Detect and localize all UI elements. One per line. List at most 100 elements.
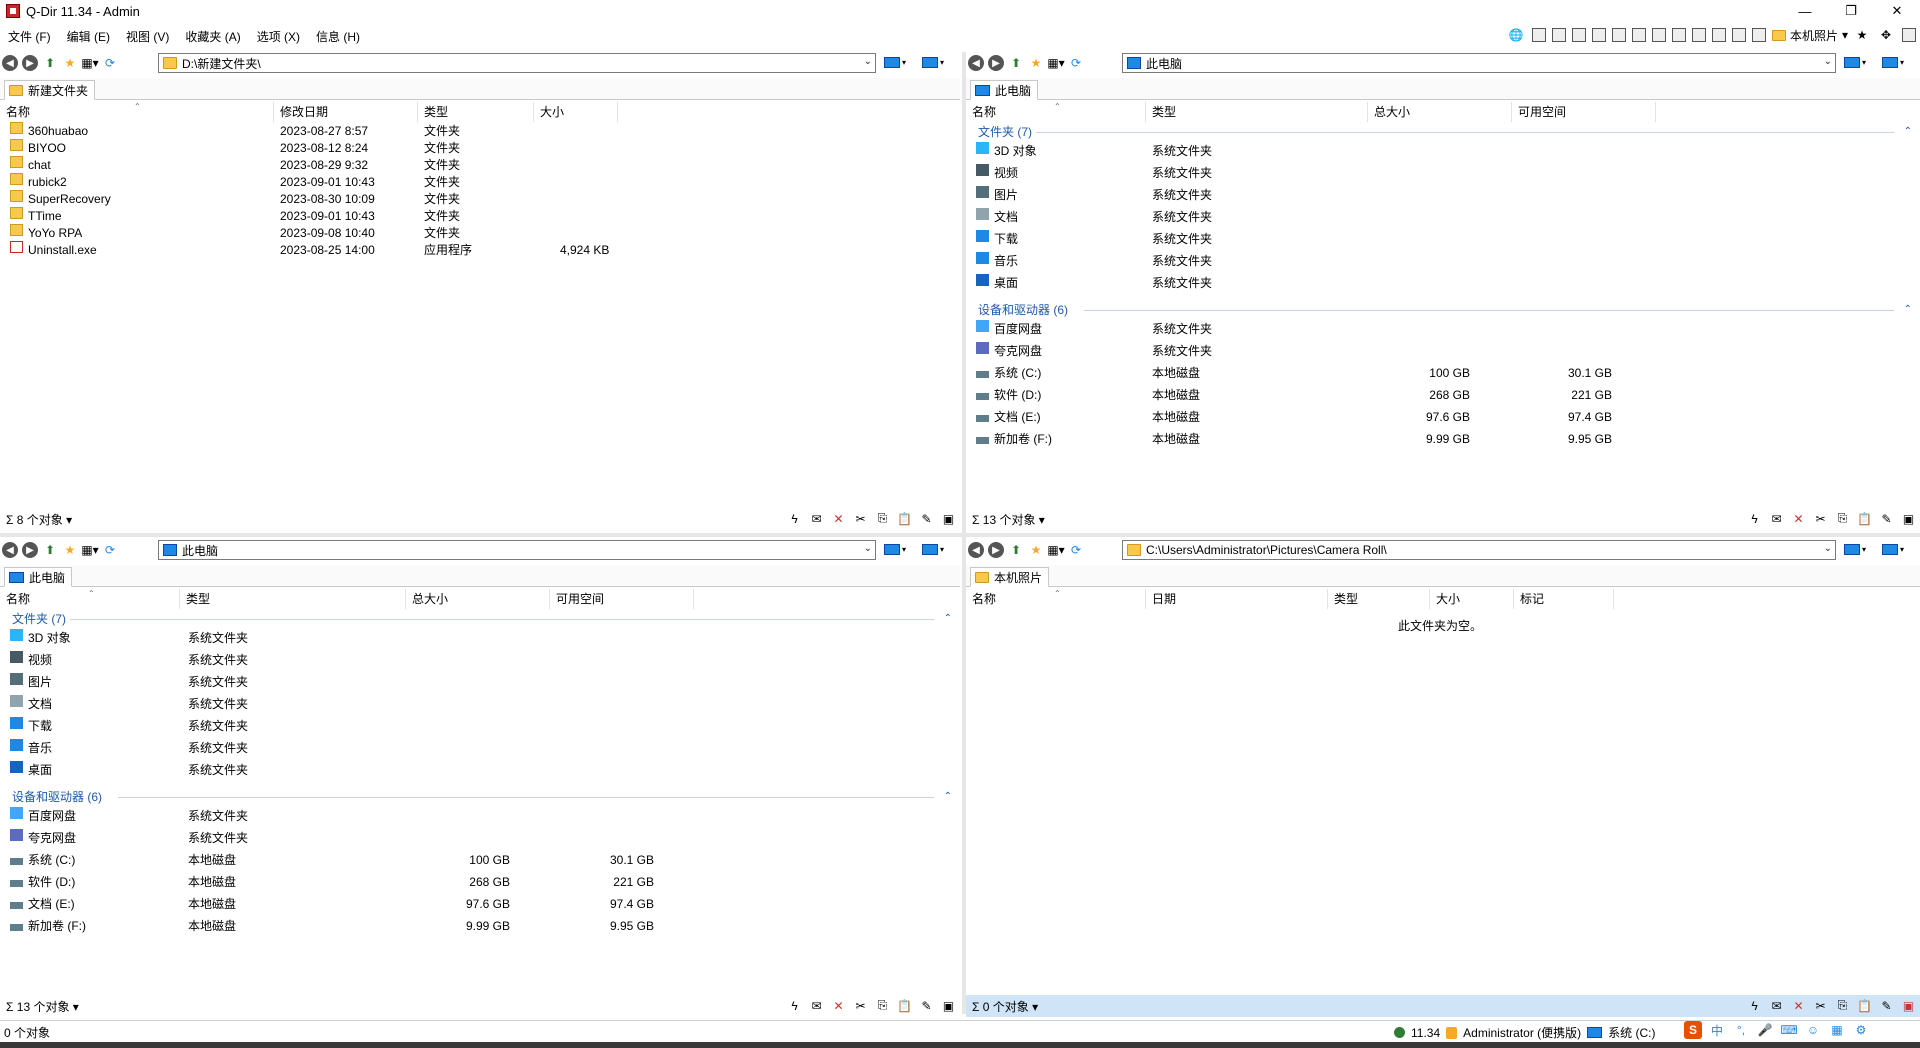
list-item[interactable]: 图片 系统文件夹 — [966, 186, 1920, 204]
list-item[interactable]: 360huabao 2023-08-27 8:57 文件夹 — [0, 122, 960, 140]
list-item[interactable]: 桌面 系统文件夹 — [966, 274, 1920, 292]
refresh-icon[interactable]: ⟳ — [102, 542, 118, 558]
keyboard-icon[interactable]: ⌨ — [1780, 1021, 1798, 1039]
monitor-icon[interactable]: ▾ — [922, 54, 952, 70]
favorites-icon[interactable]: ★ — [1028, 542, 1044, 558]
lightning-icon[interactable]: ϟ — [1747, 511, 1762, 526]
group-devices[interactable]: 设备和驱动器 (6) ⌃ — [966, 300, 1920, 320]
layout-7-icon[interactable] — [1651, 28, 1666, 42]
menu-edit[interactable]: 编辑 (E) — [59, 28, 118, 45]
chevron-up-icon[interactable]: ⌃ — [944, 609, 952, 629]
menu-view[interactable]: 视图 (V) — [118, 28, 177, 45]
column-type[interactable]: 类型 — [1328, 589, 1430, 609]
list-item[interactable]: 视频 系统文件夹 — [0, 651, 960, 669]
list-item[interactable]: 软件 (D:) 本地磁盘 268 GB 221 GB — [966, 386, 1920, 404]
chevron-down-icon[interactable]: ⌄ — [864, 543, 872, 554]
refresh-icon[interactable]: ⟳ — [1068, 55, 1084, 71]
properties-icon[interactable]: ▣ — [941, 998, 956, 1013]
list-item[interactable]: SuperRecovery 2023-08-30 10:09 文件夹 — [0, 190, 960, 208]
address-bar[interactable]: 此电脑 ⌄ — [158, 540, 876, 560]
minimize-panel-icon[interactable] — [1902, 28, 1916, 42]
chevron-down-icon[interactable]: ⌄ — [864, 56, 872, 67]
group-folders[interactable]: 文件夹 (7) ⌃ — [966, 122, 1920, 142]
column-date[interactable]: 日期 — [1146, 589, 1328, 609]
restore-button[interactable]: ❐ — [1828, 0, 1874, 22]
up-icon[interactable]: ⬆ — [1008, 542, 1024, 558]
lightning-icon[interactable]: ϟ — [1747, 998, 1762, 1013]
settings-icon[interactable]: ⚙ — [1852, 1021, 1870, 1039]
list-item[interactable]: 3D 对象 系统文件夹 — [966, 142, 1920, 160]
back-icon[interactable]: ◀ — [968, 55, 984, 71]
paste-icon[interactable]: 📋 — [897, 511, 912, 526]
edit-icon[interactable]: ✎ — [919, 511, 934, 526]
address-bar[interactable]: 此电脑 ⌄ — [1122, 53, 1836, 73]
object-count[interactable]: Σ 13 个对象 ▾ — [6, 998, 79, 1015]
view-mode-icon[interactable]: ▦▾ — [1047, 55, 1064, 71]
delete-icon[interactable]: ✕ — [831, 511, 846, 526]
up-icon[interactable]: ⬆ — [42, 542, 58, 558]
back-icon[interactable]: ◀ — [2, 542, 18, 558]
list-item[interactable]: TTime 2023-09-01 10:43 文件夹 — [0, 207, 960, 225]
properties-icon[interactable]: ▣ — [1901, 998, 1916, 1013]
forward-icon[interactable]: ▶ — [988, 55, 1004, 71]
explorer-view-icon[interactable]: ▾ — [1844, 541, 1874, 557]
star-icon[interactable]: ★ — [1854, 27, 1870, 43]
list-item[interactable]: 百度网盘 系统文件夹 — [0, 807, 960, 825]
layout-2-icon[interactable] — [1551, 28, 1566, 42]
up-icon[interactable]: ⬆ — [42, 55, 58, 71]
layout-11-icon[interactable] — [1731, 28, 1746, 42]
list-item[interactable]: 桌面 系统文件夹 — [0, 761, 960, 779]
list-item[interactable]: 音乐 系统文件夹 — [966, 252, 1920, 270]
tab-camera-roll[interactable]: 本机照片 — [970, 567, 1050, 587]
back-icon[interactable]: ◀ — [2, 55, 18, 71]
layout-3-icon[interactable] — [1571, 28, 1586, 42]
list-item[interactable]: 3D 对象 系统文件夹 — [0, 629, 960, 647]
edit-icon[interactable]: ✎ — [1879, 998, 1894, 1013]
tab-this-pc[interactable]: 此电脑 — [4, 567, 73, 587]
minimize-button[interactable]: — — [1782, 0, 1828, 22]
list-item[interactable]: 百度网盘 系统文件夹 — [966, 320, 1920, 338]
monitor-icon[interactable]: ▾ — [1882, 54, 1912, 70]
properties-icon[interactable]: ▣ — [941, 511, 956, 526]
list-item[interactable]: 系统 (C:) 本地磁盘 100 GB 30.1 GB — [0, 851, 960, 869]
column-type[interactable]: 类型 — [180, 589, 406, 609]
properties-icon[interactable]: ▣ — [1901, 511, 1916, 526]
copy-icon[interactable]: ⎘ — [1835, 511, 1850, 526]
tab-this-pc[interactable]: 此电脑 — [970, 80, 1039, 100]
mail-icon[interactable]: ✉ — [1769, 998, 1784, 1013]
view-mode-icon[interactable]: ▦▾ — [81, 55, 98, 71]
column-free[interactable]: 可用空间 — [1512, 102, 1656, 122]
monitor-icon[interactable]: ▾ — [922, 541, 952, 557]
list-item[interactable]: 夸克网盘 系统文件夹 — [966, 342, 1920, 360]
address-bar[interactable]: D:\新建文件夹\ ⌄ — [158, 53, 876, 73]
favorites-icon[interactable]: ★ — [62, 55, 78, 71]
list-item[interactable]: 音乐 系统文件夹 — [0, 739, 960, 757]
list-item[interactable]: 软件 (D:) 本地磁盘 268 GB 221 GB — [0, 873, 960, 891]
menu-options[interactable]: 选项 (X) — [249, 28, 308, 45]
layout-8-icon[interactable] — [1671, 28, 1686, 42]
list-item[interactable]: YoYo RPA 2023-09-08 10:40 文件夹 — [0, 224, 960, 242]
column-size[interactable]: 大小 — [534, 102, 618, 122]
chevron-down-icon[interactable]: ⌄ — [1824, 56, 1832, 67]
toolbox-icon[interactable]: ▦ — [1828, 1021, 1846, 1039]
paste-icon[interactable]: 📋 — [1857, 511, 1872, 526]
close-button[interactable]: ✕ — [1874, 0, 1920, 22]
mail-icon[interactable]: ✉ — [1769, 511, 1784, 526]
list-item[interactable]: Uninstall.exe 2023-08-25 14:00 应用程序 4,924 K… — [0, 241, 960, 259]
list-item[interactable]: 新加卷 (F:) 本地磁盘 9.99 GB 9.95 GB — [966, 430, 1920, 448]
explorer-view-icon[interactable]: ▾ — [884, 541, 914, 557]
list-item[interactable]: 文档 系统文件夹 — [966, 208, 1920, 226]
cut-icon[interactable]: ✂ — [1813, 511, 1828, 526]
delete-icon[interactable]: ✕ — [831, 998, 846, 1013]
layout-1-icon[interactable] — [1531, 28, 1546, 42]
edit-icon[interactable]: ✎ — [919, 998, 934, 1013]
copy-icon[interactable]: ⎘ — [875, 511, 890, 526]
menu-favorites[interactable]: 收藏夹 (A) — [177, 28, 248, 45]
mail-icon[interactable]: ✉ — [809, 998, 824, 1013]
column-free[interactable]: 可用空间 — [550, 589, 694, 609]
back-icon[interactable]: ◀ — [968, 542, 984, 558]
menu-info[interactable]: 信息 (H) — [308, 28, 368, 45]
list-item[interactable]: 新加卷 (F:) 本地磁盘 9.99 GB 9.95 GB — [0, 917, 960, 935]
column-modified[interactable]: 修改日期 — [274, 102, 418, 122]
favorites-icon[interactable]: ★ — [62, 542, 78, 558]
